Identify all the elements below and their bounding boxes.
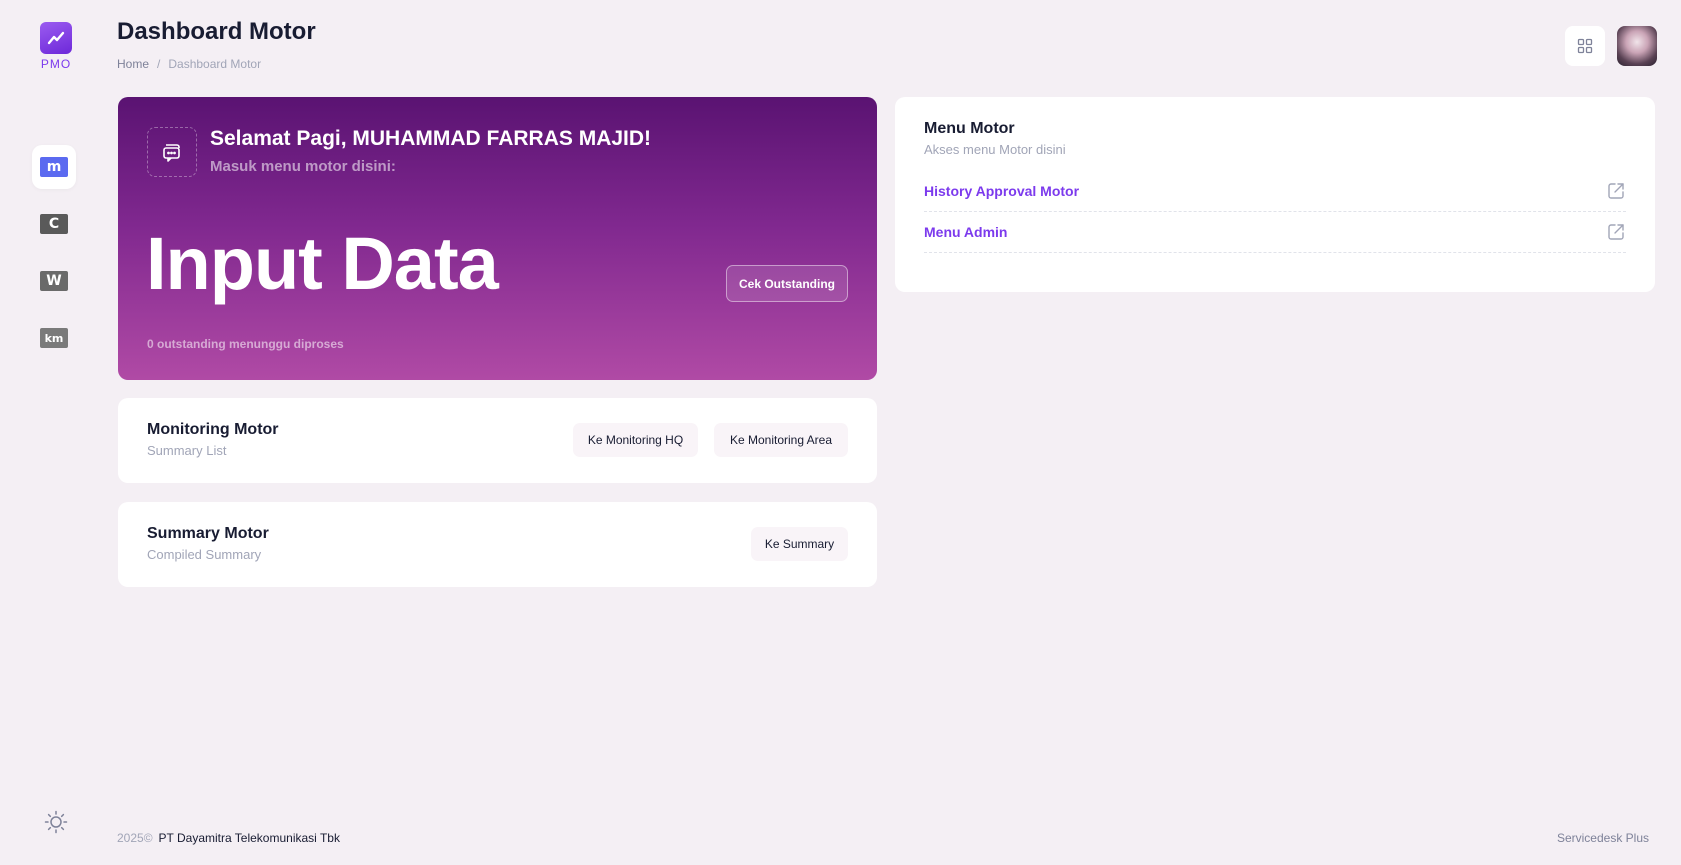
menu-link-menu-admin[interactable]: Menu Admin	[924, 212, 1626, 253]
card-subtitle: Compiled Summary	[147, 547, 262, 562]
sidebar-item-w[interactable]: W	[32, 259, 76, 303]
menu-link-history-approval[interactable]: History Approval Motor	[924, 171, 1626, 212]
m-app-icon: m	[40, 157, 68, 177]
summary-button[interactable]: Ke Summary	[751, 527, 848, 561]
menu-link-label: History Approval Motor	[924, 183, 1080, 199]
menu-motor-card: Menu Motor Akses menu Motor disini Histo…	[895, 97, 1655, 292]
chat-bubbles-icon	[147, 127, 197, 177]
card-subtitle: Summary List	[147, 443, 227, 458]
sidebar-item-m[interactable]: m	[32, 145, 76, 189]
sidebar: PMO m C W km	[0, 0, 112, 865]
breadcrumb-current: Dashboard Motor	[168, 57, 262, 71]
monitoring-area-button[interactable]: Ke Monitoring Area	[714, 423, 848, 457]
card-subtitle: Akses menu Motor disini	[924, 142, 1066, 157]
external-link-icon	[1608, 183, 1624, 199]
w-app-icon: W	[40, 271, 68, 291]
cek-outstanding-button[interactable]: Cek Outstanding	[726, 265, 848, 302]
grid-icon	[1577, 38, 1593, 54]
pmo-logo[interactable]: PMO	[34, 22, 78, 71]
breadcrumb: Home / Dashboard Motor	[117, 57, 261, 71]
card-title: Monitoring Motor	[147, 421, 279, 438]
sidebar-item-c[interactable]: C	[32, 202, 76, 246]
input-data-link[interactable]: Input Data	[146, 227, 499, 301]
logo-text: PMO	[40, 57, 72, 71]
breadcrumb-home[interactable]: Home	[117, 57, 149, 71]
footer-year: 2025©	[117, 831, 153, 845]
menu-link-label: Menu Admin	[924, 224, 1008, 240]
hero-card: Selamat Pagi, MUHAMMAD FARRAS MAJID! Mas…	[118, 97, 877, 380]
logo-icon	[40, 22, 72, 54]
sidebar-item-km[interactable]: km	[32, 316, 76, 360]
c-app-icon: C	[40, 214, 68, 234]
apps-grid-button[interactable]	[1565, 26, 1605, 66]
card-title: Summary Motor	[147, 525, 269, 542]
hero-greeting: Selamat Pagi, MUHAMMAD FARRAS MAJID!	[210, 127, 652, 150]
card-title: Menu Motor	[924, 120, 1015, 137]
breadcrumb-separator: /	[157, 57, 161, 71]
footer-company: PT Dayamitra Telekomunikasi Tbk	[158, 831, 340, 845]
theme-toggle-sun-icon[interactable]	[44, 810, 68, 834]
servicedesk-link[interactable]: Servicedesk Plus	[1557, 831, 1649, 845]
hero-subtitle: Masuk menu motor disini:	[210, 158, 396, 175]
user-avatar[interactable]	[1617, 26, 1657, 66]
page-title: Dashboard Motor	[117, 18, 316, 45]
top-right-actions	[1565, 26, 1657, 66]
km-app-icon: km	[40, 328, 68, 348]
summary-motor-card: Summary Motor Compiled Summary Ke Summar…	[118, 502, 877, 587]
monitoring-hq-button[interactable]: Ke Monitoring HQ	[573, 423, 698, 457]
footer-copyright: 2025© PT Dayamitra Telekomunikasi Tbk	[117, 831, 340, 845]
monitoring-motor-card: Monitoring Motor Summary List Ke Monitor…	[118, 398, 877, 483]
external-link-icon	[1608, 224, 1624, 240]
outstanding-count: 0 outstanding menunggu diproses	[147, 337, 344, 351]
